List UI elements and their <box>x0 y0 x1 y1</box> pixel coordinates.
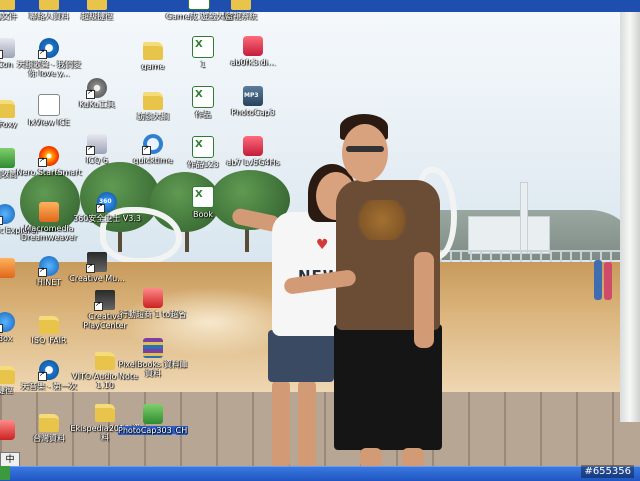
desktop-icon-c5-4[interactable]: Book <box>168 186 238 219</box>
folder-icon <box>231 0 251 10</box>
wallpaper-tower <box>520 182 528 254</box>
excel-icon <box>192 136 214 158</box>
image-watermark: #655356 <box>581 465 634 478</box>
shortcut-arrow-icon <box>96 202 105 213</box>
media-icon <box>38 38 59 59</box>
background-child <box>594 260 602 300</box>
desktop-icon-c3-top[interactable]: 超級捷徑 <box>62 0 132 21</box>
shortcut-arrow-icon <box>86 262 95 273</box>
desktop-icon-label: 360安全卫士 V3.3 <box>72 214 141 223</box>
desktop-icon-label: 監視系統 <box>225 12 257 21</box>
sunglasses <box>346 146 384 152</box>
wallpaper-pillar <box>620 12 640 422</box>
shorts <box>268 330 334 382</box>
360-icon <box>96 192 117 213</box>
arm <box>414 252 434 348</box>
folder-icon <box>143 92 163 110</box>
shirt-heart: ♥ <box>316 237 329 253</box>
excel-icon <box>192 186 214 208</box>
app-icon <box>243 136 263 156</box>
desktop-icon-c6-3[interactable]: ab7 Lv5G4Hs <box>218 136 288 167</box>
leg <box>360 448 382 468</box>
desktop-icon-c6-top[interactable]: 監視系統 <box>206 0 276 21</box>
folder-icon <box>0 366 15 384</box>
desktop-icon-c4-4[interactable]: 行動超商 1 to超省 <box>118 288 188 319</box>
shortcut-icon <box>86 134 107 155</box>
red-icon <box>143 288 163 308</box>
desktop-icon-c4-6[interactable]: PhotoCap303_CH_B035 <box>118 404 188 435</box>
shortcut-arrow-icon <box>86 88 95 99</box>
wallpaper-building <box>468 216 550 254</box>
face <box>342 124 388 182</box>
folder-icon <box>39 414 59 432</box>
shirt-graphic <box>352 200 412 240</box>
shortcut-icon <box>0 38 15 59</box>
folder-icon <box>0 0 15 10</box>
books-icon <box>143 338 163 358</box>
q-icon <box>142 134 163 155</box>
desktop-icon-label: 超級捷徑 <box>81 12 113 21</box>
desktop-icon-label: Creative Mu... <box>69 274 125 283</box>
shortcut-arrow-icon <box>86 144 95 155</box>
disc-icon <box>38 146 59 167</box>
desktop-icon-label: PixelBooks 資料庫資料 <box>118 360 188 378</box>
desktop-icon-label: ab0fk3.di... <box>230 58 276 67</box>
desktop-icon-c6-2[interactable]: PhotoCap3 <box>218 86 288 117</box>
shortcut-arrow-icon <box>38 48 47 59</box>
shortcut-arrow-icon <box>38 266 47 277</box>
desktop-icon-c4-5[interactable]: PixelBooks 資料庫資料 <box>118 338 188 378</box>
sheet-icon <box>38 94 60 116</box>
app-icon <box>243 36 263 56</box>
ie-icon <box>38 256 59 277</box>
desktop-icon-c3-4[interactable]: Creative Mu... <box>62 252 132 283</box>
excel-icon <box>192 86 214 108</box>
green-icon <box>0 148 15 168</box>
media-icon <box>38 360 59 381</box>
ie-icon <box>0 312 15 333</box>
background-child <box>604 262 612 300</box>
leg <box>298 380 316 468</box>
folder-icon <box>87 0 107 10</box>
leg <box>272 380 290 468</box>
mp3-icon <box>243 86 263 106</box>
folder-icon <box>0 100 15 118</box>
folder-icon <box>39 316 59 334</box>
orange-icon <box>0 258 15 278</box>
shortcut-arrow-icon <box>38 370 47 381</box>
start-button[interactable] <box>0 466 10 480</box>
gear-icon <box>86 78 107 99</box>
green-icon <box>143 404 163 424</box>
shortcut-arrow-icon <box>94 300 103 311</box>
pc-icon <box>94 290 115 311</box>
shortcut-arrow-icon <box>142 144 151 155</box>
desktop-icon-c3-3[interactable]: 360安全卫士 V3.3 <box>72 192 142 223</box>
desktop-icon-label: IxView ICE <box>28 118 70 127</box>
shortcut-arrow-icon <box>0 214 3 225</box>
taskbar[interactable] <box>0 466 640 481</box>
desktop-icon-label: PhotoCap303_CH_B035 <box>118 426 188 435</box>
shortcut-arrow-icon <box>0 48 3 59</box>
red-icon <box>0 420 15 440</box>
desktop-icon-label: Book <box>193 210 213 219</box>
desktop-icon-label: 行動超商 1 to超省 <box>119 310 187 319</box>
shortcut-arrow-icon <box>38 156 47 167</box>
desktop-icon-label: PhotoCap3 <box>231 108 275 117</box>
desktop-icon-label: Macromedia Dreamweaver <box>20 224 78 242</box>
folder-icon <box>95 352 115 370</box>
desktop-icon-c6-1[interactable]: ab0fk3.di... <box>218 36 288 67</box>
desktop-icon-label: ab7 Lv5G4Hs <box>226 158 280 167</box>
desktop-icon-c2-1[interactable]: 天韻歌聲 - 我們愛你 love y... <box>14 38 84 78</box>
desktop-icon-label: ISO_FAIR <box>31 336 67 345</box>
folder-icon <box>95 404 115 422</box>
pc-icon <box>86 252 107 273</box>
desktop-icon-label: 天韻歌聲 - 我們愛你 love y... <box>17 60 81 78</box>
leg <box>402 448 424 468</box>
orange-icon <box>39 202 59 222</box>
desktop-icon-label: Nero StartSmart <box>16 168 82 177</box>
ie-icon <box>0 204 15 225</box>
excel-icon <box>192 36 214 58</box>
folder-icon <box>143 42 163 60</box>
folder-icon <box>39 0 59 10</box>
shortcut-arrow-icon <box>0 322 3 333</box>
